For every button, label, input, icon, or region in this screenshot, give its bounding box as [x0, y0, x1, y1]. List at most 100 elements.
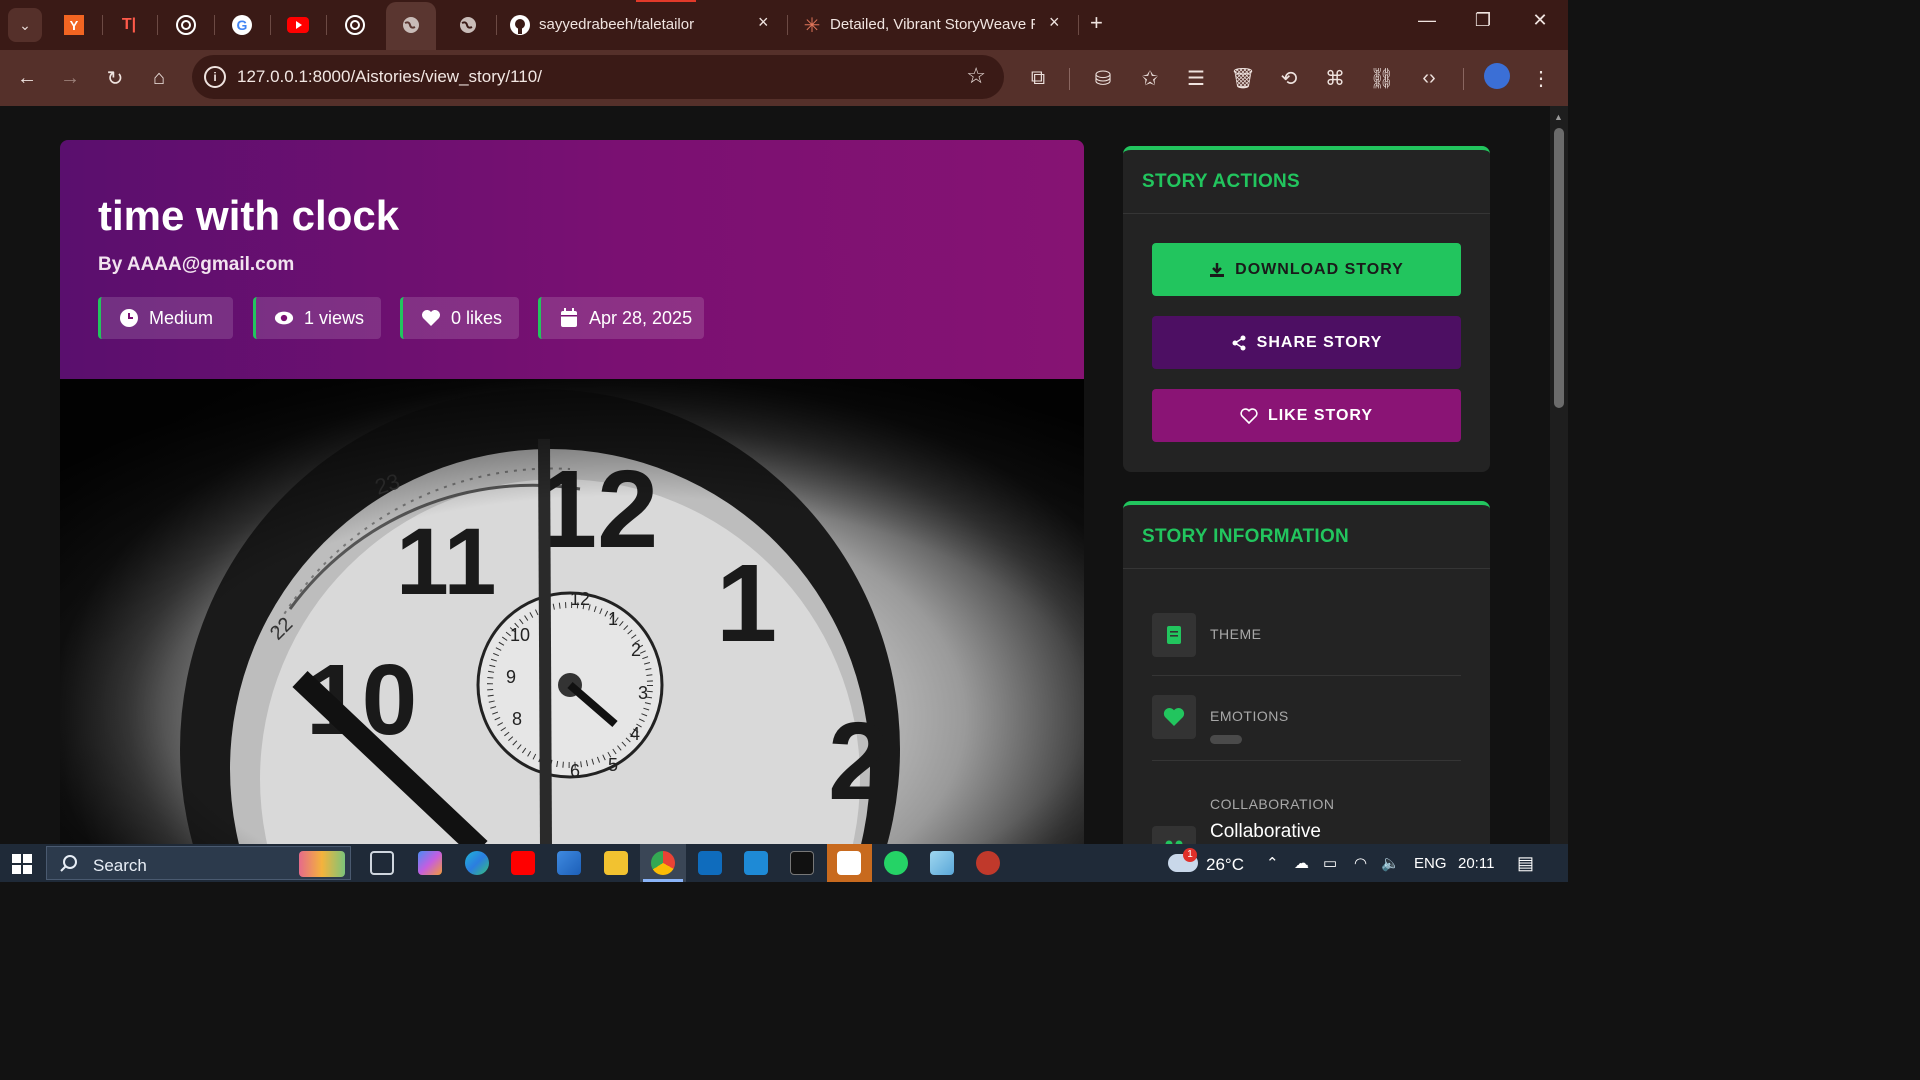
bookmark-star-icon[interactable]: ☆	[966, 63, 986, 89]
close-window-button[interactable]: ✕	[1525, 10, 1555, 31]
youtube-app-icon[interactable]	[511, 851, 535, 875]
book-icon	[1152, 613, 1196, 657]
taskbar-search-box[interactable]: Search	[46, 846, 351, 880]
meta-date: Apr 28, 2025	[538, 297, 704, 339]
tj-logo-icon: T|	[121, 16, 137, 33]
outlook-icon[interactable]	[698, 851, 722, 875]
search-highlight-icon	[299, 851, 345, 877]
onedrive-icon[interactable]: ☁	[1294, 854, 1309, 872]
vscode-icon[interactable]	[744, 851, 768, 875]
notepad-icon[interactable]	[930, 851, 954, 875]
wifi-icon[interactable]: ◠	[1354, 854, 1367, 872]
copilot-icon[interactable]	[418, 851, 442, 875]
download-story-label: DOWNLOAD STORY	[1235, 260, 1404, 278]
like-story-button[interactable]: LIKE STORY	[1152, 389, 1461, 442]
new-tab-button[interactable]: +	[1090, 10, 1103, 36]
meta-views: 1 views	[253, 297, 381, 339]
link-icon[interactable]: ⛓	[1369, 65, 1395, 91]
home-icon[interactable]: ⌂	[146, 65, 172, 91]
site-info-icon[interactable]: i	[204, 66, 226, 88]
tab-localhost-2[interactable]	[456, 13, 480, 37]
claude-icon: ✳	[803, 14, 821, 37]
meta-length: Medium	[98, 297, 233, 339]
github-icon	[508, 13, 532, 37]
tab-title-storyweave[interactable]: Detailed, Vibrant StoryWeave R	[830, 16, 1035, 33]
terminal-icon[interactable]	[790, 851, 814, 875]
heart-outline-icon	[1240, 407, 1258, 424]
tray-chevron-up-icon[interactable]: ⌃	[1266, 854, 1279, 872]
trash-icon[interactable]: 🗑	[1230, 65, 1256, 91]
collaboration-value: Collaborative	[1210, 821, 1321, 842]
download-icon	[1210, 262, 1225, 277]
scroll-up-arrow-icon[interactable]: ▲	[1554, 112, 1563, 122]
tab-close-button[interactable]: ×	[758, 12, 769, 33]
file-explorer-icon[interactable]	[604, 851, 628, 875]
story-actions-card: STORY ACTIONS DOWNLOAD STORY SHARE STORY…	[1123, 146, 1490, 472]
weather-badge: 1	[1183, 848, 1197, 862]
store-icon[interactable]	[557, 851, 581, 875]
writer-icon[interactable]	[837, 851, 861, 875]
tab-search-button[interactable]: ⌄	[8, 8, 42, 42]
whatsapp-icon[interactable]	[884, 851, 908, 875]
back-arrow-icon[interactable]: ←	[14, 65, 40, 91]
story-actions-heading: STORY ACTIONS	[1123, 150, 1490, 214]
volume-icon[interactable]: 🔈	[1381, 854, 1400, 872]
tab-tj[interactable]: T|	[117, 13, 141, 37]
story-author: By AAAA@gmail.com	[98, 254, 295, 275]
collaboration-label: COLLABORATION	[1210, 796, 1335, 812]
download-story-button[interactable]: DOWNLOAD STORY	[1152, 243, 1461, 296]
tab-title-github[interactable]: sayyedrabeeh/taletailor	[539, 16, 739, 33]
address-bar[interactable]: i 127.0.0.1:8000/Aistories/view_story/11…	[192, 55, 1004, 99]
svg-text:G: G	[237, 17, 248, 33]
tab-close-button[interactable]: ×	[1049, 12, 1060, 33]
emotions-label: EMOTIONS	[1210, 708, 1289, 724]
share-story-button[interactable]: SHARE STORY	[1152, 316, 1461, 369]
tab-openai-1[interactable]	[174, 13, 198, 37]
page-content: time with clock By AAAA@gmail.com Medium…	[0, 106, 1550, 844]
windows-taskbar: Search 1 26°C ⌃ ☁ ▭ ◠ 🔈 ENG 20:11 ▤	[0, 844, 1568, 882]
reading-list-icon[interactable]: ☰	[1183, 65, 1209, 91]
meta-date-text: Apr 28, 2025	[589, 307, 693, 328]
url-text[interactable]: 127.0.0.1:8000/Aistories/view_story/110/	[237, 67, 542, 87]
tab-youtube[interactable]	[286, 13, 310, 37]
tab-google[interactable]: G	[230, 13, 254, 37]
story-image: 23 22 12 11 10 1 2 12 1 2 3 4 5 6 8 9 10	[60, 379, 1084, 844]
calendar-icon	[559, 308, 579, 328]
language-indicator[interactable]: ENG	[1414, 855, 1447, 872]
extensions-puzzle-icon[interactable]: ⧉	[1025, 65, 1051, 91]
users-icon	[1152, 826, 1196, 844]
meta-views-text: 1 views	[304, 307, 365, 328]
profile-avatar[interactable]	[1484, 63, 1510, 89]
notifications-icon[interactable]: ▤	[1517, 853, 1534, 874]
tab-openai-2[interactable]	[343, 13, 367, 37]
page-scrollbar[interactable]: ▲	[1550, 106, 1568, 844]
windows-start-icon[interactable]	[12, 854, 32, 874]
reload-icon[interactable]: ↻	[102, 65, 128, 91]
taskbar-search-text: Search	[93, 856, 147, 875]
scrollbar-thumb[interactable]	[1554, 128, 1564, 408]
story-title: time with clock	[98, 192, 400, 239]
globe-icon	[460, 17, 476, 33]
restore-button[interactable]: ❐	[1468, 10, 1498, 31]
incognito-icon[interactable]: ⛁	[1090, 65, 1116, 91]
code-icon[interactable]: ‹›	[1416, 65, 1442, 91]
translate-icon[interactable]: ⌘	[1322, 65, 1348, 91]
history-icon[interactable]: ⟲	[1276, 65, 1302, 91]
battery-icon[interactable]: ▭	[1323, 854, 1337, 872]
paint-icon[interactable]	[976, 851, 1000, 875]
google-icon: G	[232, 15, 252, 35]
clock-time[interactable]: 20:11	[1458, 855, 1494, 872]
task-view-icon[interactable]	[370, 851, 394, 875]
share-icon	[1232, 335, 1246, 350]
chrome-icon[interactable]	[651, 851, 675, 875]
tab-ycombinator[interactable]: Y	[62, 13, 86, 37]
more-menu-icon[interactable]: ⋮	[1528, 65, 1554, 91]
favorites-icon[interactable]: ✩	[1137, 65, 1163, 91]
info-row-emotions: EMOTIONS	[1152, 695, 1461, 761]
minimize-button[interactable]: —	[1412, 10, 1442, 31]
clock-photo-icon: 23 22 12 11 10 1 2 12 1 2 3 4 5 6 8 9 10	[60, 379, 1084, 844]
edge-icon[interactable]	[465, 851, 489, 875]
info-row-theme: THEME	[1152, 613, 1461, 676]
temperature[interactable]: 26°C	[1206, 855, 1244, 875]
forward-arrow-icon[interactable]: →	[57, 65, 83, 91]
